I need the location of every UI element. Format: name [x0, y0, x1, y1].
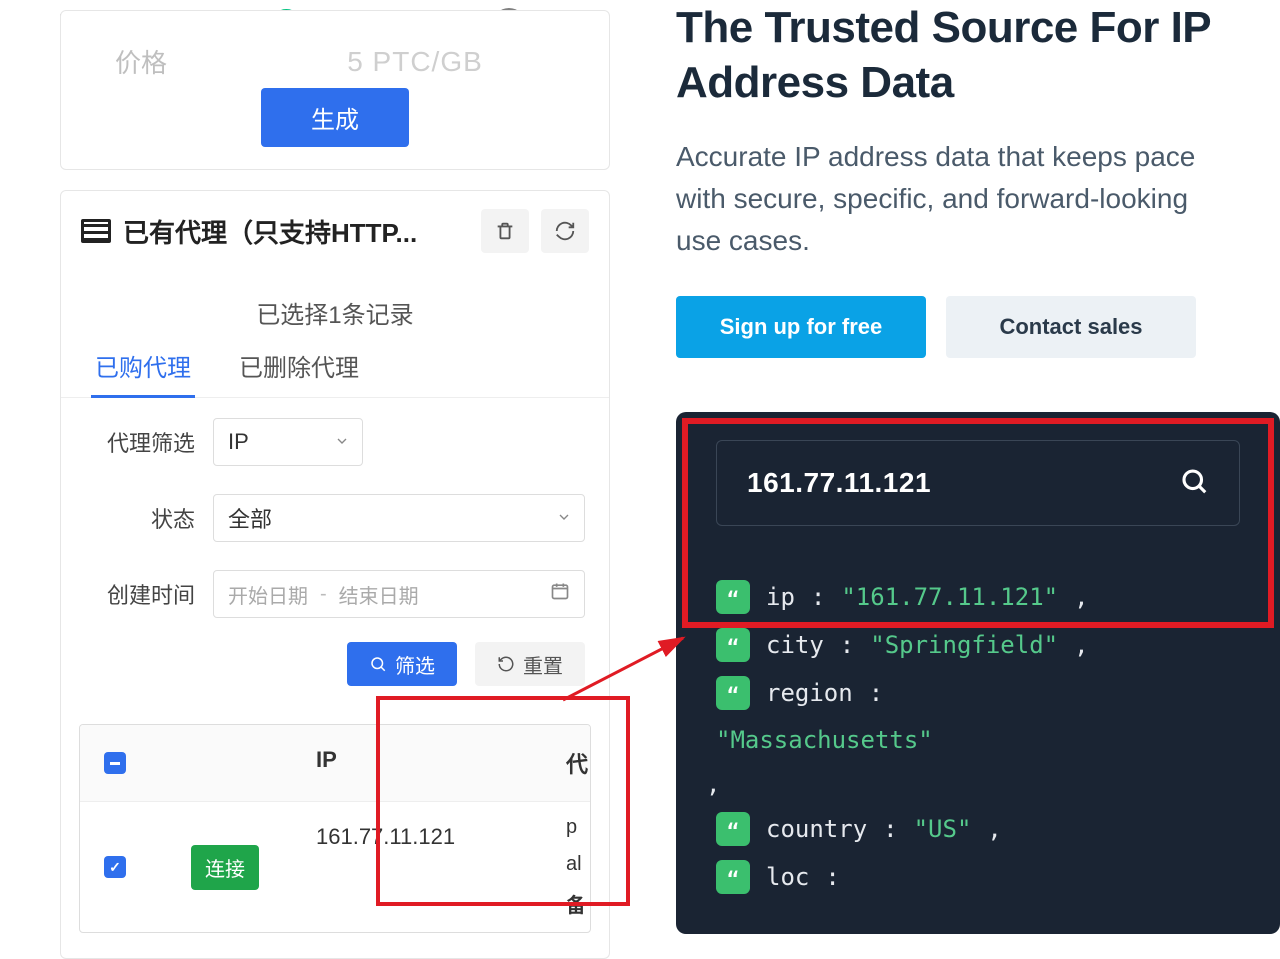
search-ip-value: 161.77.11.121	[747, 467, 1179, 499]
select-all-checkbox[interactable]	[104, 752, 126, 774]
generate-button[interactable]: 生成	[261, 88, 409, 147]
proxy-tabs: 已购代理 已删除代理	[61, 338, 609, 398]
refresh-button[interactable]	[541, 209, 589, 253]
quote-icon	[716, 676, 750, 710]
ip-lookup-terminal: 161.77.11.121 ip: "161.77.11.121", city:…	[676, 412, 1280, 934]
table-header: IP 代	[80, 725, 590, 802]
proxy-filter-select[interactable]: IP	[213, 418, 363, 466]
table-icon	[81, 219, 111, 243]
ipinfo-panel: The Trusted Source For IP Address Data A…	[640, 0, 1280, 959]
date-range-picker[interactable]: 开始日期 - 结束日期	[213, 570, 585, 618]
calendar-icon	[550, 581, 570, 607]
proxy-table: IP 代 连接 161.77.11.121 p al 备	[79, 724, 591, 933]
key-city: city	[766, 631, 824, 659]
kv-ip: ip: "161.77.11.121",	[716, 580, 1240, 614]
hero-subtitle: Accurate IP address data that keeps pace…	[676, 136, 1196, 262]
price-value: 5 PTC/GB	[221, 46, 609, 78]
val-ip: "161.77.11.121"	[841, 583, 1058, 611]
kv-country: country: "US",	[716, 812, 1240, 846]
kv-region: region: "Massachusetts",	[716, 676, 1240, 798]
val-region: "Massachusetts"	[716, 726, 1240, 754]
cutoff-text-1: p	[566, 816, 584, 839]
card-title: 已有代理（只支持HTTP...	[123, 213, 469, 250]
table-row: 连接 161.77.11.121 p al 备	[80, 802, 590, 932]
kv-city: city: "Springfield",	[716, 628, 1240, 662]
filter-button[interactable]: 筛选	[347, 642, 457, 686]
proxy302-panel: ∞ Proxy302 i 价格 5 PTC/GB 生成 已有代理（只支持HTTP…	[0, 0, 640, 959]
search-icon[interactable]	[1179, 466, 1209, 501]
col-header-rest: 代	[560, 725, 590, 801]
col-header-ip: IP	[300, 725, 560, 801]
reset-button-label: 重置	[523, 650, 563, 679]
delete-button[interactable]	[481, 209, 529, 253]
hero-title: The Trusted Source For IP Address Data	[676, 0, 1280, 110]
key-ip: ip	[766, 583, 795, 611]
start-date-placeholder: 开始日期	[228, 580, 308, 609]
generate-card: 价格 5 PTC/GB 生成	[60, 10, 610, 170]
key-region: region	[766, 679, 853, 707]
quote-icon	[716, 628, 750, 662]
chevron-down-icon	[556, 505, 572, 531]
selection-count: 已选择1条记录	[61, 271, 609, 338]
cutoff-text-3: 备	[566, 889, 584, 918]
price-label: 价格	[61, 43, 221, 80]
connect-badge[interactable]: 连接	[191, 845, 259, 890]
quote-icon	[716, 812, 750, 846]
ip-data-list: ip: "161.77.11.121", city: "Springfield"…	[716, 580, 1240, 894]
create-time-label: 创建时间	[85, 578, 195, 610]
kv-loc: loc:	[716, 860, 1240, 894]
proxy-list-card: 已有代理（只支持HTTP... 已选择1条记录 已购代理 已删除代理 代理筛选 …	[60, 190, 610, 959]
tab-deleted[interactable]: 已删除代理	[235, 338, 363, 397]
contact-sales-button[interactable]: Contact sales	[946, 296, 1196, 358]
ip-search-box[interactable]: 161.77.11.121	[716, 440, 1240, 526]
tab-purchased[interactable]: 已购代理	[91, 338, 195, 397]
filter-button-label: 筛选	[395, 650, 435, 679]
row-ip-value: 161.77.11.121	[300, 802, 560, 932]
status-value: 全部	[228, 502, 272, 534]
range-separator: -	[320, 583, 327, 606]
chevron-down-icon	[334, 429, 350, 455]
val-city: "Springfield"	[870, 631, 1058, 659]
signup-button[interactable]: Sign up for free	[676, 296, 926, 358]
status-select[interactable]: 全部	[213, 494, 585, 542]
reset-button[interactable]: 重置	[475, 642, 585, 686]
end-date-placeholder: 结束日期	[339, 580, 419, 609]
quote-icon	[716, 860, 750, 894]
key-country: country	[766, 815, 867, 843]
proxy-filter-value: IP	[228, 429, 249, 455]
row-checkbox[interactable]	[104, 856, 126, 878]
status-label: 状态	[85, 502, 195, 534]
cutoff-text-2: al	[566, 853, 584, 876]
key-loc: loc	[766, 863, 809, 891]
proxy-filter-label: 代理筛选	[85, 426, 195, 458]
val-country: "US"	[914, 815, 972, 843]
quote-icon	[716, 580, 750, 614]
